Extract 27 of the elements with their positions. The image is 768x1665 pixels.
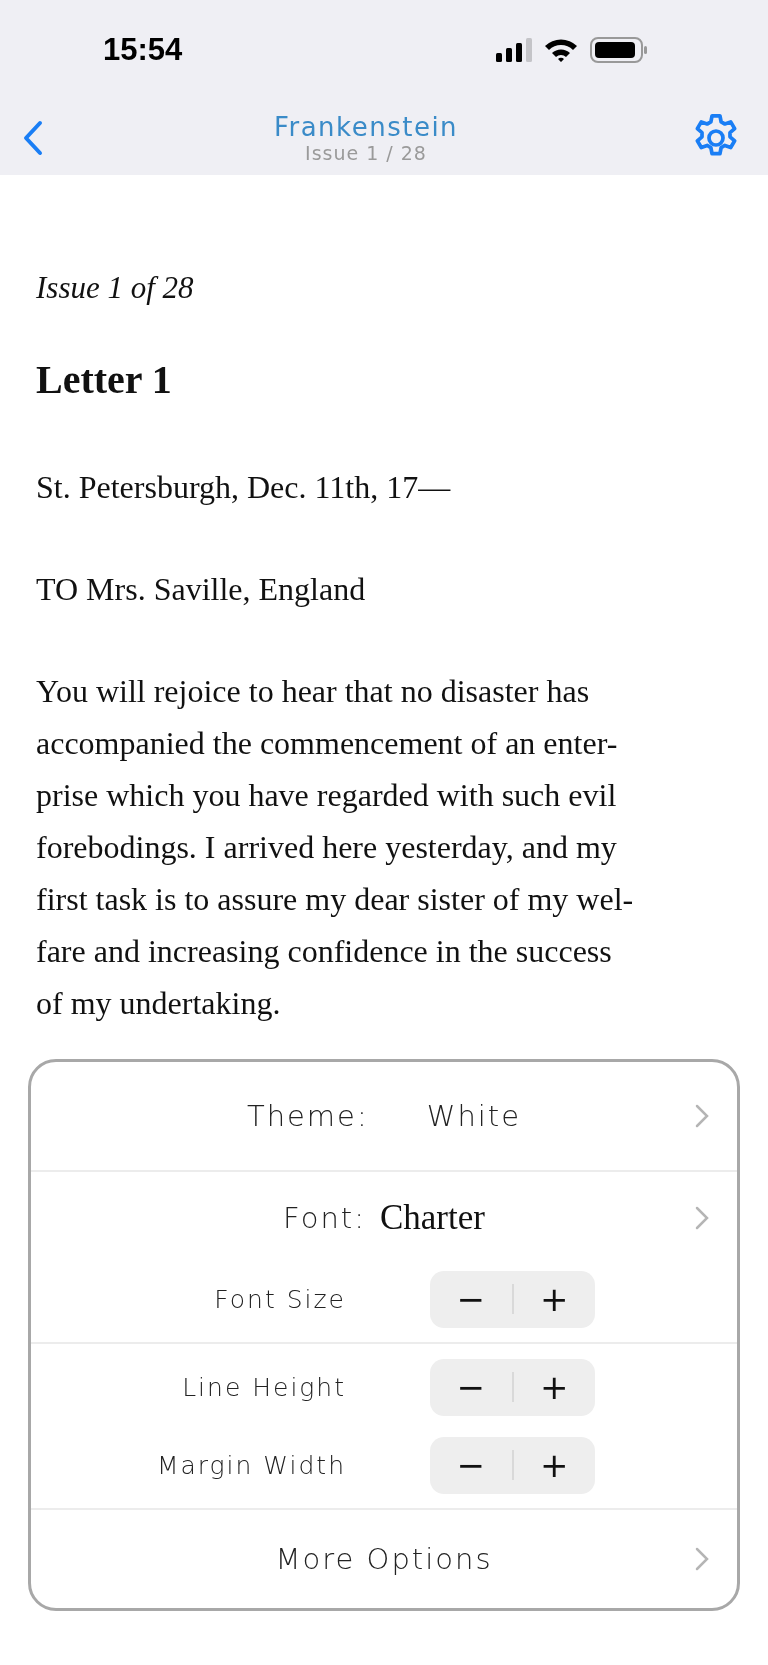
increase-button[interactable]: +: [513, 1436, 595, 1494]
nav-subtitle: Issue 1 / 28: [305, 141, 427, 164]
place-date: St. Petersburgh, Dec. 11th, 17—: [36, 468, 452, 507]
font-row[interactable]: Font: Charter: [31, 1176, 737, 1260]
signal-icon: [496, 38, 532, 62]
chevron-icon: [695, 1104, 709, 1128]
increase-button[interactable]: +: [513, 1270, 595, 1328]
setting-label: Font Size: [214, 1284, 346, 1314]
decrease-button[interactable]: −: [430, 1436, 512, 1494]
increase-button[interactable]: +: [513, 1358, 595, 1416]
status-time: 15:54: [103, 32, 183, 68]
decrease-button[interactable]: −: [430, 1270, 512, 1328]
theme-row[interactable]: Theme: White: [31, 1062, 737, 1170]
back-button[interactable]: [22, 119, 44, 156]
more-options-row[interactable]: More Options: [31, 1510, 737, 1608]
decrease-button[interactable]: −: [430, 1358, 512, 1416]
battery-icon: [590, 37, 648, 63]
nav-title: Frankenstein: [273, 111, 459, 142]
setting-label: Margin Width: [156, 1450, 346, 1480]
issue-label: Issue 1 of 28: [36, 270, 195, 306]
chapter-heading: Letter 1: [36, 356, 173, 403]
body-paragraph: You will rejoice to hear that no disaster has accompanied the commencement of an enter- prise which you have regarded with such evil forebodings. I arrived here yesterday, and my first task is to assure my dear sister of my wel- fare and increasing confidence in the success of my undertaking.: [36, 672, 635, 1023]
wifi-icon: [544, 37, 578, 63]
address-line: TO Mrs. Saville, England: [36, 570, 367, 609]
setting-label: Line Height: [182, 1372, 346, 1402]
chevron-icon: [695, 1547, 709, 1571]
chevron-icon: [695, 1206, 709, 1230]
